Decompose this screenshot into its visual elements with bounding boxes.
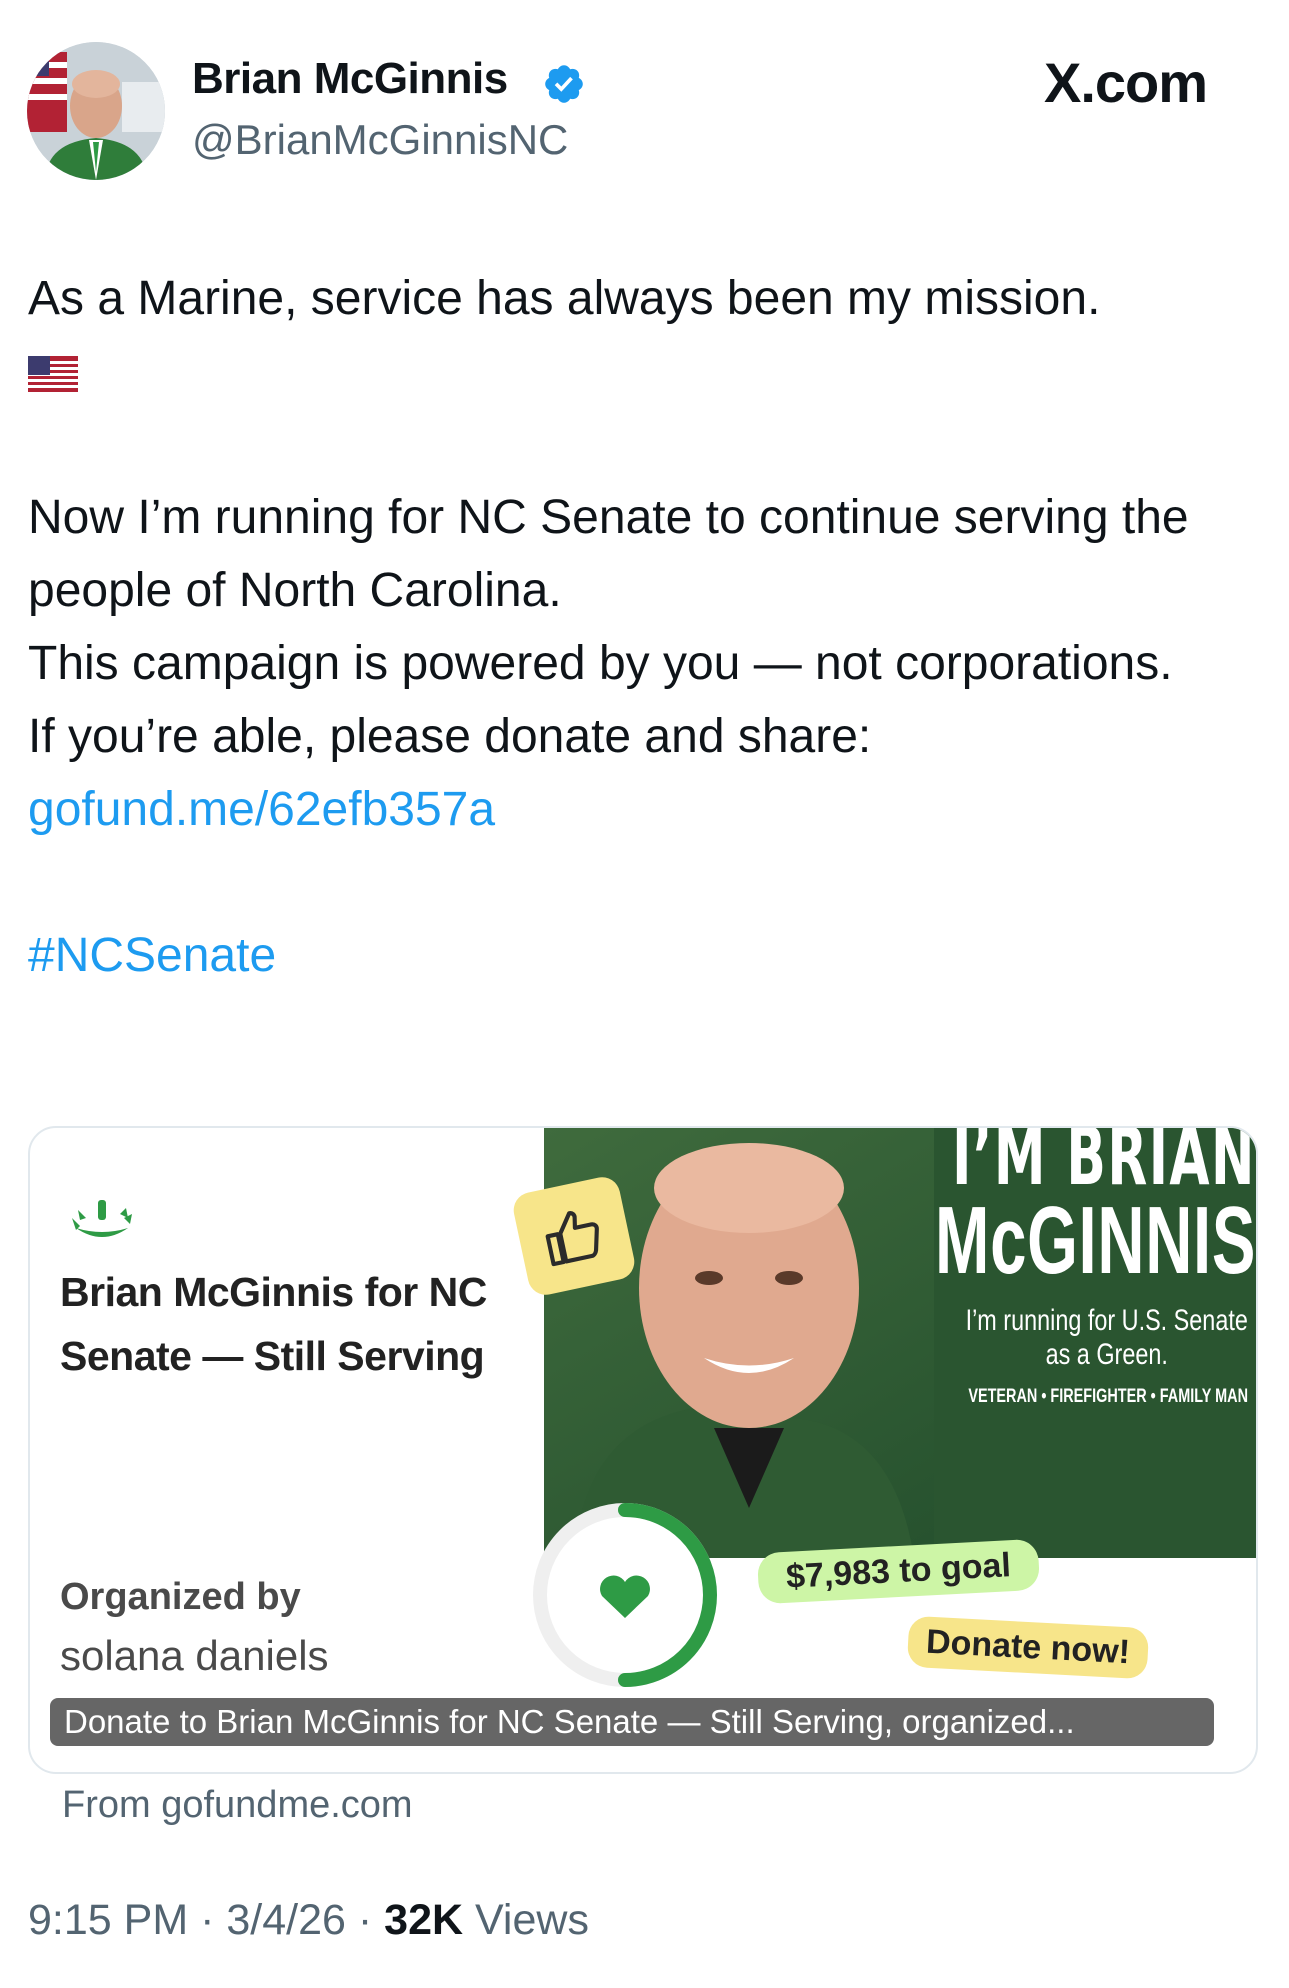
campaign-title: Brian McGinnis for NC Senate — Still Ser…: [60, 1269, 487, 1379]
views-label: Views: [475, 1896, 589, 1944]
tweet-line: This campaign is powered by you — not co…: [28, 637, 1173, 690]
tweet-meta: 9:15 PM · 3/4/26 · 32K Views: [28, 1896, 589, 1945]
organized-by-label: Organized by: [60, 1576, 301, 1618]
gofundme-logo-icon: [72, 1200, 132, 1237]
verified-badge-icon: [545, 65, 583, 103]
author-display-name[interactable]: Brian McGinnis: [192, 54, 508, 104]
x-brand-watermark: X.com: [1044, 51, 1208, 114]
tweet-date[interactable]: 3/4/26: [226, 1896, 346, 1944]
tweet-text: As a Marine, service has always been my …: [28, 262, 1258, 992]
author-handle[interactable]: @BrianMcGinnisNC: [192, 116, 568, 164]
tagline-line: I’m running for U.S. Senate: [965, 1304, 1248, 1337]
hashtag-link[interactable]: #NCSenate: [28, 929, 276, 982]
thumbs-up-badge: [510, 1173, 638, 1299]
us-flag-icon: [28, 356, 78, 393]
photo-tagline: I’m running for U.S. Senate as a Green.: [966, 1304, 1248, 1372]
profile-photo: [27, 42, 165, 180]
link-preview-card[interactable]: Brian McGinnis for NC Senate — Still Ser…: [28, 1126, 1258, 1774]
meta-separator: ·: [357, 1896, 385, 1944]
donate-now-button[interactable]: Donate now!: [906, 1615, 1150, 1680]
card-source-domain[interactable]: From gofundme.com: [62, 1784, 413, 1827]
photo-headline-name: McGINNIS: [934, 1187, 1256, 1294]
photo-credentials: VETERAN • FIREFIGHTER • FAMILY MAN: [968, 1386, 1248, 1407]
avatar[interactable]: [27, 42, 165, 180]
thumbs-up-icon: [545, 1211, 599, 1267]
organizer-name: solana daniels: [60, 1632, 329, 1679]
tweet-line: If you’re able, please donate and share:: [28, 710, 872, 763]
card-info-panel: Brian McGinnis for NC Senate — Still Ser…: [30, 1128, 544, 1772]
meta-separator: ·: [200, 1896, 227, 1944]
donation-link[interactable]: gofund.me/62efb357a: [28, 783, 495, 836]
tweet-time[interactable]: 9:15 PM: [28, 1896, 188, 1944]
progress-ring: [533, 1503, 717, 1687]
tweet-line: Now I’m running for NC Senate to continu…: [28, 491, 1189, 617]
tagline-line: as a Green.: [1045, 1338, 1169, 1371]
views-count: 32K: [384, 1896, 464, 1944]
card-caption: Donate to Brian McGinnis for NC Senate —…: [50, 1698, 1214, 1746]
tweet-line: As a Marine, service has always been my …: [28, 272, 1101, 325]
